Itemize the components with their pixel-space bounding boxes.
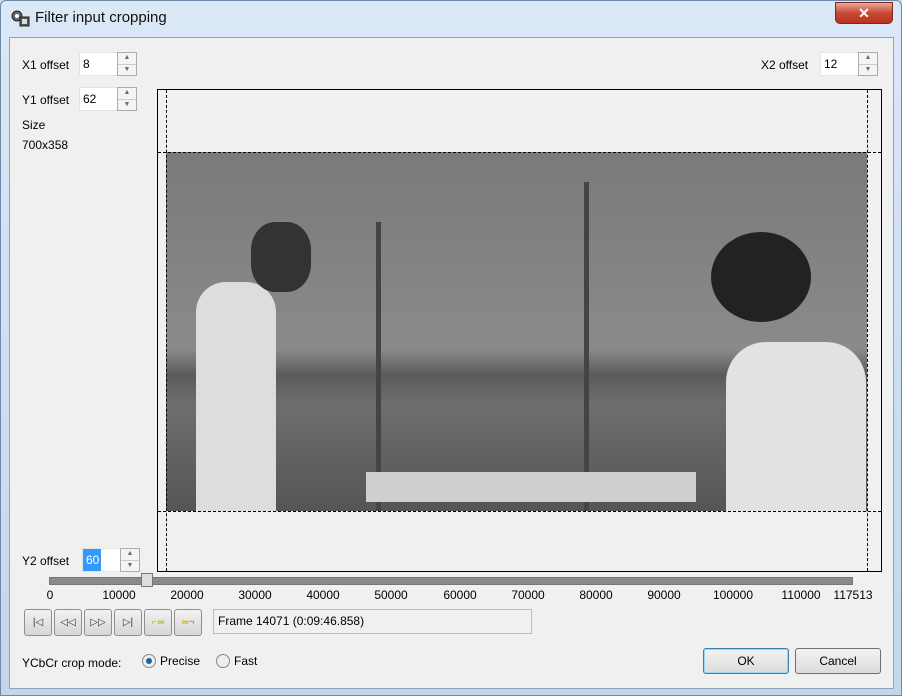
spin-up-icon[interactable]: ▲ [118, 88, 136, 99]
timeline-thumb[interactable] [141, 573, 153, 587]
tick-label: 100000 [712, 588, 754, 602]
mark-in-button[interactable]: ⌐∞ [144, 609, 172, 636]
go-end-icon: ▷| [122, 617, 134, 628]
y1-offset-input[interactable] [79, 87, 117, 111]
tick-label: 50000 [374, 588, 408, 602]
x1-crop-line[interactable] [166, 90, 167, 571]
tick-label: 40000 [306, 588, 340, 602]
y1-offset-label: Y1 offset [22, 93, 70, 107]
spin-down-icon[interactable]: ▼ [118, 98, 136, 111]
next-keyframe-icon: ▷▷ [90, 617, 106, 628]
prev-keyframe-icon: ◁◁ [60, 617, 76, 628]
next-keyframe-button[interactable]: ▷▷ [84, 609, 112, 636]
tick-label: 90000 [647, 588, 681, 602]
fast-label[interactable]: Fast [234, 654, 257, 668]
x2-crop-line[interactable] [867, 90, 868, 571]
video-preview [166, 152, 867, 511]
tick-label: 117513 [833, 588, 873, 602]
spin-up-icon[interactable]: ▲ [859, 53, 877, 64]
go-start-icon: |◁ [32, 617, 44, 628]
go-end-button[interactable]: ▷| [114, 609, 142, 636]
go-start-button[interactable]: |◁ [24, 609, 52, 636]
precise-label[interactable]: Precise [160, 654, 200, 668]
tick-label: 10000 [102, 588, 136, 602]
precise-radio[interactable] [142, 654, 156, 668]
spin-down-icon[interactable]: ▼ [118, 63, 136, 76]
dialog-window: Filter input cropping ✕ X1 offset ▲▼ Y1 … [0, 0, 902, 696]
tick-label: 60000 [443, 588, 477, 602]
close-button[interactable]: ✕ [835, 2, 893, 24]
y1-offset-spinner[interactable]: ▲▼ [79, 87, 137, 111]
tick-label: 0 [46, 588, 54, 602]
tick-label: 80000 [579, 588, 613, 602]
mark-in-icon: ⌐∞ [151, 617, 165, 628]
mark-out-button[interactable]: ∞¬ [174, 609, 202, 636]
y2-crop-line[interactable] [158, 511, 881, 512]
spin-up-icon[interactable]: ▲ [118, 53, 136, 64]
spin-up-icon[interactable]: ▲ [121, 549, 139, 560]
x1-offset-input[interactable] [79, 52, 117, 76]
mark-out-icon: ∞¬ [181, 617, 195, 628]
x1-offset-label: X1 offset [22, 58, 70, 72]
crop-mode-label: YCbCr crop mode: [22, 656, 122, 670]
x1-offset-spinner[interactable]: ▲▼ [79, 52, 137, 76]
tick-label: 70000 [511, 588, 545, 602]
cancel-button[interactable]: Cancel [795, 648, 881, 674]
frame-status: Frame 14071 (0:09:46.858) [213, 609, 532, 634]
y1-crop-line[interactable] [158, 152, 881, 153]
window-title: Filter input cropping [35, 9, 167, 26]
y2-offset-label: Y2 offset [22, 554, 70, 568]
x2-offset-label: X2 offset [761, 58, 809, 72]
tick-label: 30000 [238, 588, 272, 602]
size-label: Size [22, 118, 46, 132]
x2-offset-input[interactable] [820, 52, 858, 76]
ok-button[interactable]: OK [703, 648, 789, 674]
y2-offset-spinner[interactable]: ▲▼ [82, 548, 140, 572]
tick-label: 20000 [170, 588, 204, 602]
spin-down-icon[interactable]: ▼ [121, 559, 139, 572]
dialog-client: X1 offset ▲▼ Y1 offset ▲▼ Size 700x358 X… [9, 37, 894, 689]
filter-gear-icon [11, 10, 30, 27]
spin-down-icon[interactable]: ▼ [859, 63, 877, 76]
prev-keyframe-button[interactable]: ◁◁ [54, 609, 82, 636]
tick-label: 110000 [781, 588, 821, 602]
y2-offset-input[interactable] [82, 548, 120, 572]
x2-offset-spinner[interactable]: ▲▼ [820, 52, 878, 76]
timeline-slider[interactable] [49, 577, 853, 585]
fast-radio[interactable] [216, 654, 230, 668]
size-value: 700x358 [22, 138, 69, 152]
